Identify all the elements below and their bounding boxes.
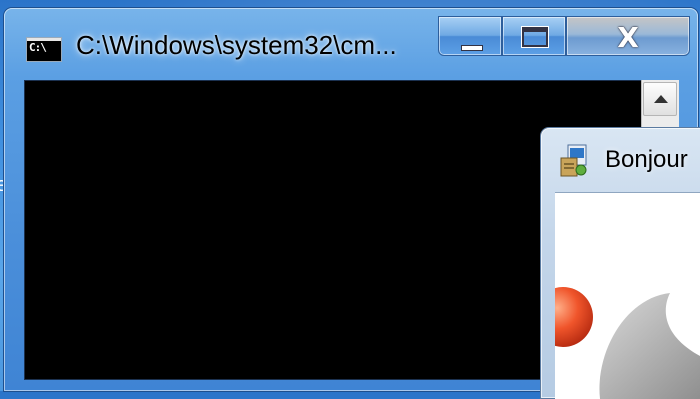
caption-buttons: X bbox=[438, 16, 697, 56]
maximize-icon bbox=[522, 27, 548, 47]
scroll-up-button[interactable] bbox=[643, 82, 677, 116]
bonjour-client-area bbox=[555, 192, 700, 399]
close-icon: X bbox=[617, 21, 639, 54]
installer-icon bbox=[560, 144, 587, 177]
maximize-button[interactable] bbox=[502, 16, 566, 56]
close-button[interactable]: X bbox=[566, 16, 690, 56]
minimize-button[interactable] bbox=[438, 16, 502, 56]
minimize-icon bbox=[461, 45, 483, 51]
cmd-prompt-icon[interactable]: C:\ bbox=[26, 37, 62, 62]
bonjour-logo-graphic bbox=[555, 287, 700, 399]
window-title: C:\Windows\system32\cm... bbox=[76, 30, 397, 60]
up-arrow-icon bbox=[654, 95, 668, 103]
cmd-titlebar[interactable]: C:\ C:\Windows\system32\cm... X bbox=[4, 8, 698, 80]
bonjour-window[interactable]: Bonjour bbox=[541, 128, 700, 399]
bonjour-window-title: Bonjour bbox=[605, 146, 688, 173]
